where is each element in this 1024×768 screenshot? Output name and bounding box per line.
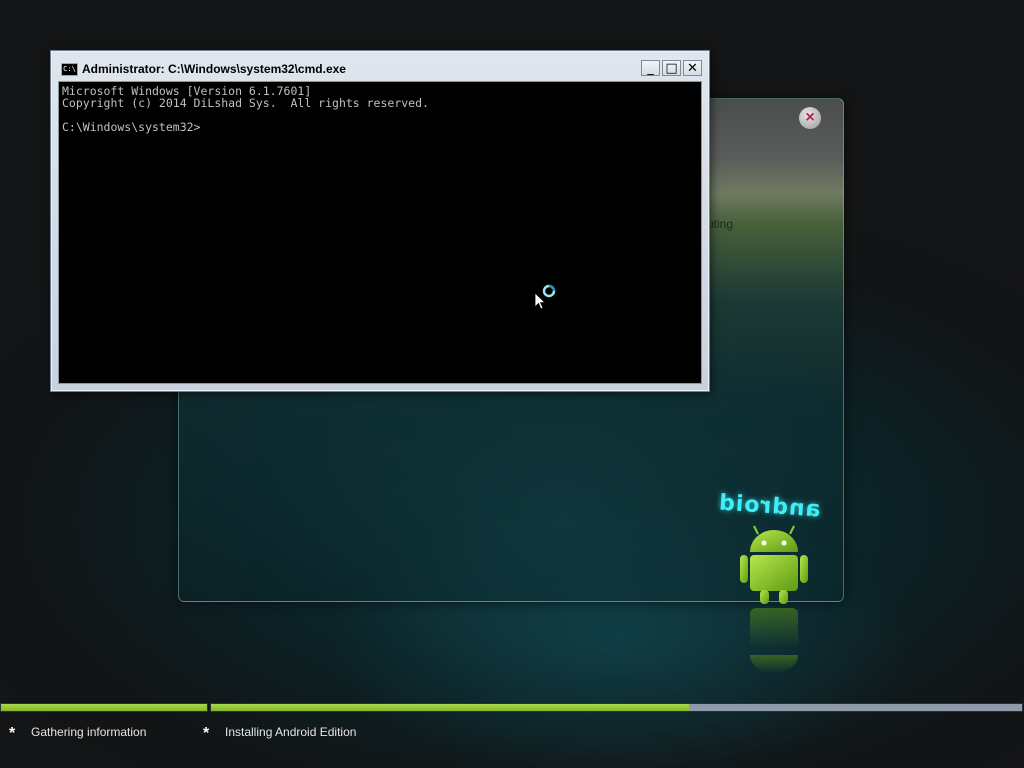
console-output[interactable]: Microsoft Windows [Version 6.1.7601] Cop… (58, 81, 702, 384)
cmd-window-title: Administrator: C:\Windows\system32\cmd.e… (82, 62, 346, 76)
close-button[interactable]: ✕ (683, 60, 702, 76)
maximize-button[interactable]: □ (662, 60, 681, 76)
busy-cursor-icon (534, 284, 556, 309)
cmd-titlebar[interactable]: C:\ Administrator: C:\Windows\system32\c… (51, 51, 709, 81)
console-line: Copyright (c) 2014 DiLshad Sys. All righ… (62, 96, 429, 110)
progress-fill (211, 704, 690, 711)
progress-segment-gathering (0, 703, 208, 712)
minimize-button[interactable]: _ (641, 60, 660, 76)
status-step-gathering: * Gathering information (9, 725, 146, 743)
status-step-installing: * Installing Android Edition (203, 725, 356, 743)
setup-close-button[interactable]: × (799, 107, 821, 129)
android-robot-icon (740, 525, 808, 673)
asterisk-icon: * (9, 725, 16, 742)
status-step-label: Gathering information (31, 725, 147, 739)
cmd-window[interactable]: C:\ Administrator: C:\Windows\system32\c… (50, 50, 710, 392)
progress-fill (1, 704, 207, 711)
console-prompt[interactable]: C:\Windows\system32> (62, 121, 200, 133)
setup-partial-text: uting (707, 217, 734, 231)
install-progress (0, 700, 1024, 714)
android-art: android (700, 490, 850, 690)
cmd-app-icon: C:\ (61, 63, 78, 76)
asterisk-icon: * (203, 725, 210, 742)
progress-segment-installing (210, 703, 1023, 712)
status-step-label: Installing Android Edition (225, 725, 357, 739)
